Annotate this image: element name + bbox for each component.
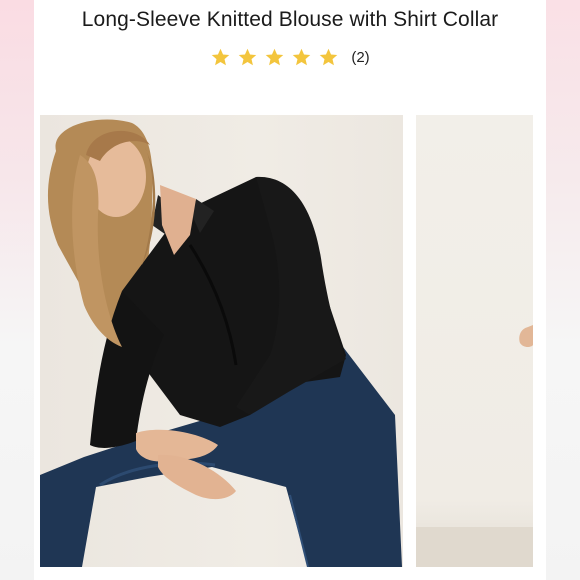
star-icon [264, 47, 285, 68]
star-icon [237, 47, 258, 68]
left-background-panel [0, 0, 34, 580]
review-count[interactable]: (2) [351, 49, 369, 66]
product-photo-secondary[interactable] [416, 115, 533, 567]
product-rating[interactable]: (2) [34, 44, 546, 70]
star-icon [291, 47, 312, 68]
star-rating [210, 47, 339, 68]
product-photo-main[interactable] [40, 115, 403, 567]
star-icon [210, 47, 231, 68]
right-background-panel [546, 0, 580, 580]
star-icon [318, 47, 339, 68]
product-card: Long-Sleeve Knitted Blouse with Shirt Co… [34, 0, 546, 580]
product-title: Long-Sleeve Knitted Blouse with Shirt Co… [81, 8, 499, 31]
model-photo [416, 325, 533, 567]
model-photo [40, 119, 402, 567]
